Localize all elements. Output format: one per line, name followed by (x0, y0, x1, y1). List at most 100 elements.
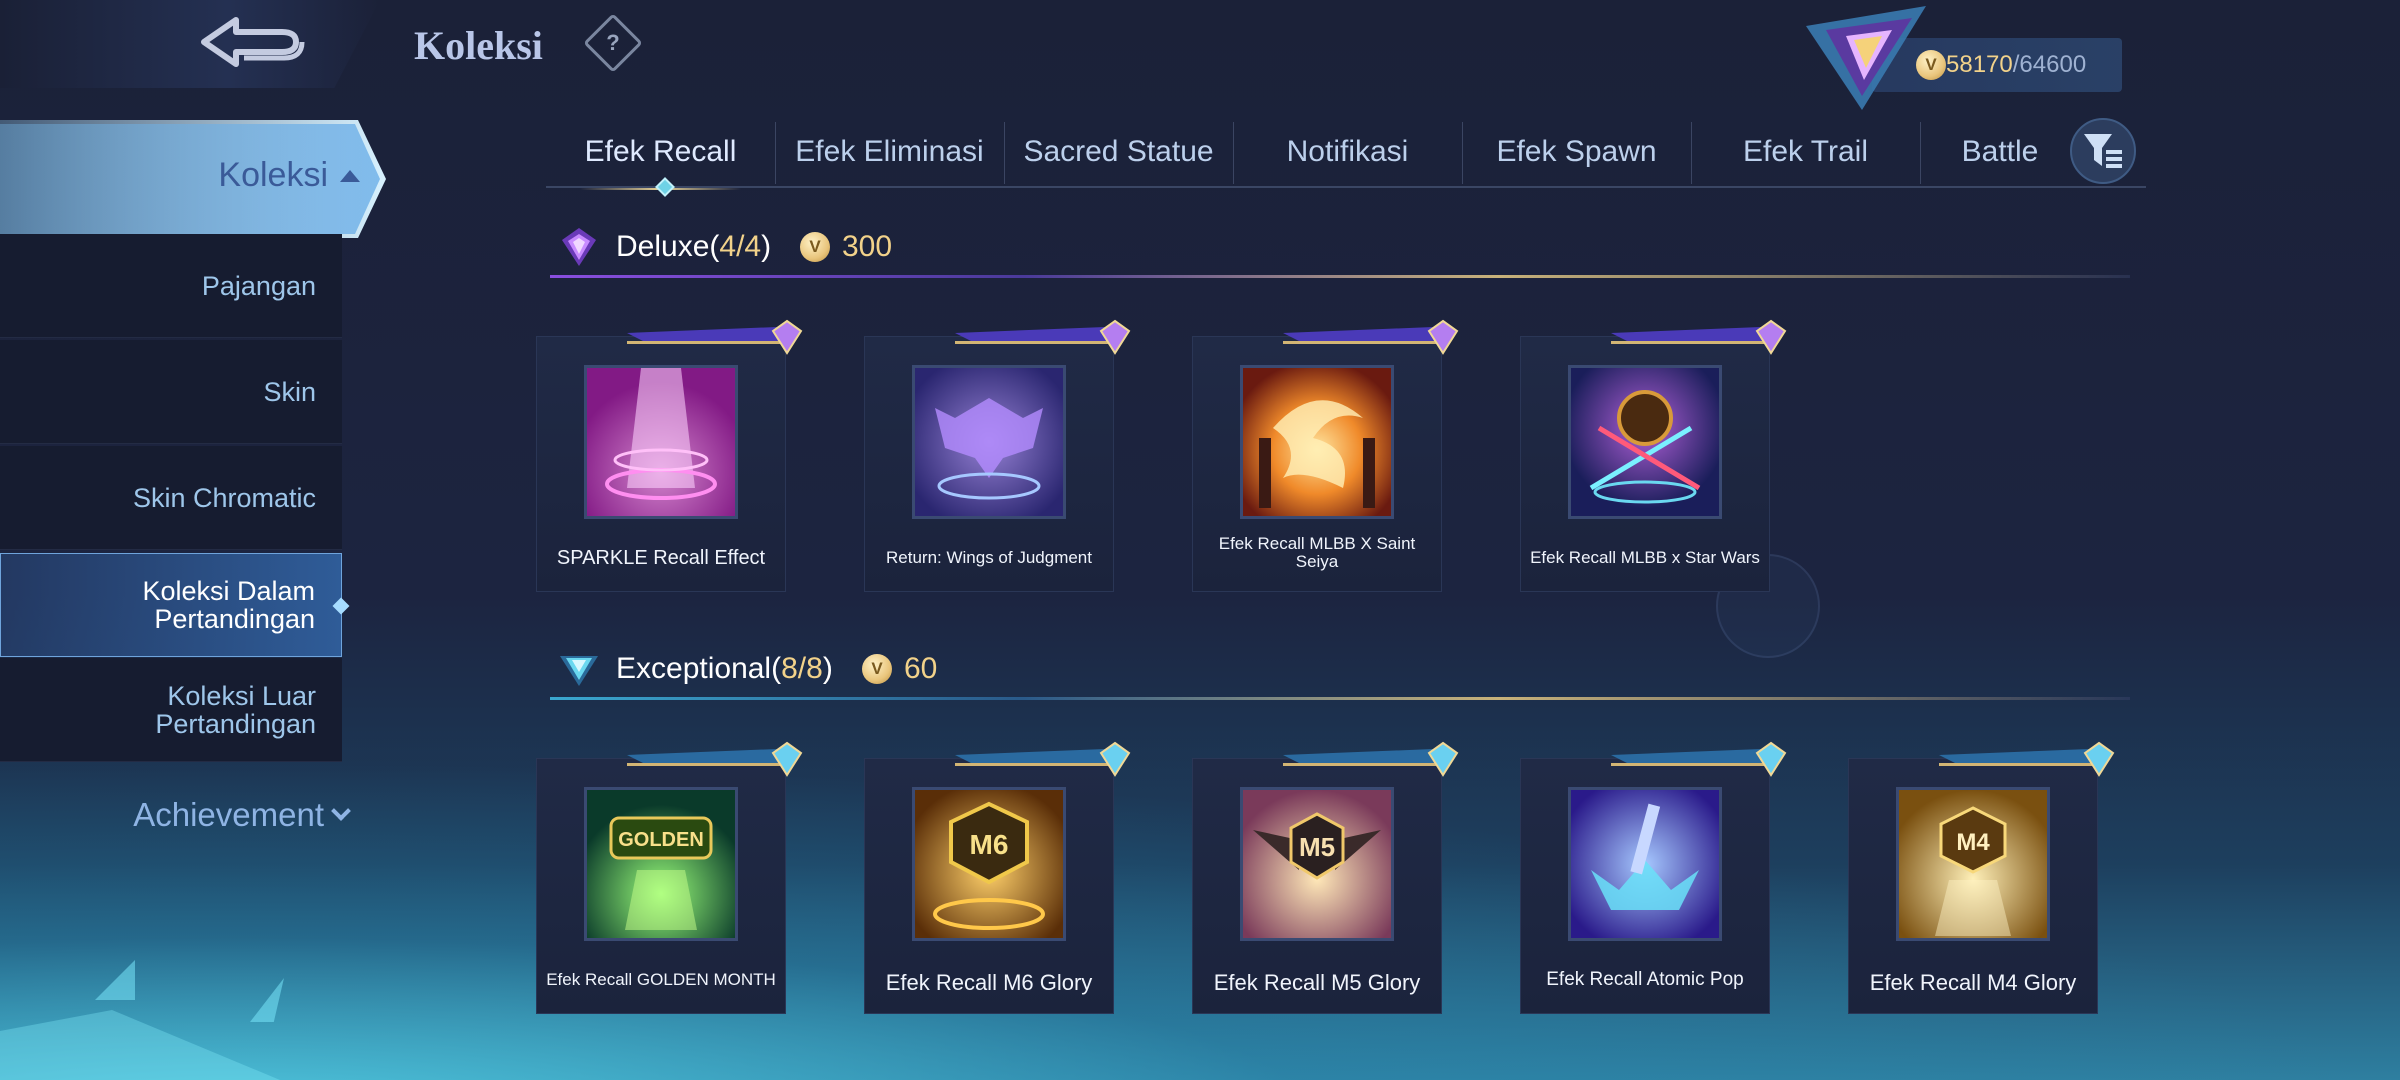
collection-card[interactable]: Efek Recall MLBB X Saint Seiya (1192, 319, 1459, 592)
card-name: SPARKLE Recall Effect (556, 547, 766, 569)
rank-emblem-icon (1806, 6, 1926, 110)
sidebar-item-koleksi-dalam-pertandingan[interactable]: Koleksi Dalam Pertandingan (0, 553, 350, 657)
tab-label: Efek Recall (584, 135, 737, 168)
card-name: Efek Recall Atomic Pop (1546, 969, 1744, 990)
sidebar-section-label: Koleksi (218, 156, 328, 194)
pink-light-beam-image (584, 365, 738, 519)
tab-bar: Efek Recall Efek Eliminasi Sacred Statue… (546, 118, 2146, 190)
decorative-shard (95, 960, 135, 1000)
tab-label: Battle (1961, 135, 2039, 168)
sidebar-item-pajangan[interactable]: Pajangan (0, 234, 342, 338)
svg-text:M6: M6 (970, 829, 1009, 860)
section-owned-count: 8 (781, 652, 798, 685)
achievement-label: Achievement (133, 796, 324, 833)
decorative-shard (250, 978, 284, 1022)
tab-divider (546, 186, 2146, 188)
back-arrow-icon (201, 17, 305, 67)
svg-text:GOLDEN: GOLDEN (618, 829, 704, 851)
decorative-shard (0, 1010, 280, 1080)
card-name: Efek Recall MLBB X Saint Seiya (1218, 534, 1416, 571)
exceptional-ribbon (955, 741, 1131, 777)
sidebar-item-skin[interactable]: Skin (0, 340, 342, 444)
svg-text:M5: M5 (1299, 832, 1335, 862)
exceptional-ribbon (1939, 741, 2115, 777)
tab-efek-spawn[interactable]: Efek Spawn (1462, 118, 1691, 186)
exceptional-ribbon (627, 741, 803, 777)
sidebar-item-label: Skin (263, 376, 316, 407)
battle-point-coin-icon: V (800, 232, 830, 262)
card-name: Efek Recall M5 Glory (1213, 970, 1421, 995)
m5-wings-image: M5 (1240, 787, 1394, 941)
card-name: Efek Recall MLBB x Star Wars (1530, 548, 1760, 567)
m4-gold-image: M4 (1896, 787, 2050, 941)
deluxe-ribbon (1611, 319, 1787, 355)
collection-card[interactable]: M5 Efek Recall M5 Glory (1192, 741, 1459, 1014)
sidebar-item-label: Koleksi Dalam Pertandingan (142, 576, 315, 634)
battle-points-current: 58170 (1946, 51, 2013, 78)
sidebar-item-koleksi-luar-pertandingan[interactable]: Koleksi Luar Pertandingan (0, 658, 342, 762)
sidebar-item-skin-chromatic[interactable]: Skin Chromatic (0, 446, 342, 550)
card-name: Efek Recall GOLDEN MONTH (546, 970, 776, 989)
collection-card[interactable]: Return: Wings of Judgment (864, 319, 1131, 592)
sidebar-item-label: Skin Chromatic (132, 482, 316, 513)
caret-down-icon (331, 801, 351, 821)
section-header-deluxe: Deluxe(4/4) V 300 (550, 218, 2130, 278)
tab-label: Efek Trail (1742, 135, 1869, 168)
collection-card[interactable]: M4 Efek Recall M4 Glory (1848, 741, 2115, 1014)
battle-point-coin-icon: V (862, 654, 892, 684)
section-total-count: 4 (744, 230, 762, 263)
card-name: Efek Recall M4 Glory (1869, 970, 2077, 995)
section-name: Deluxe (616, 230, 710, 263)
filter-button[interactable] (2070, 118, 2136, 184)
section-underline (550, 275, 2130, 278)
battle-points-max: 64600 (2019, 51, 2087, 78)
question-icon[interactable]: ? (583, 13, 643, 73)
tab-battle[interactable]: Battle (1920, 118, 2080, 186)
collection-card[interactable]: M6 Efek Recall M6 Glory (864, 741, 1131, 1014)
golden-month-image: GOLDEN (584, 787, 738, 941)
exceptional-ribbon (1611, 741, 1787, 777)
tab-label: Efek Spawn (1496, 135, 1657, 168)
back-button[interactable] (0, 0, 380, 88)
section-underline (550, 697, 2130, 700)
caret-up-icon (340, 169, 360, 182)
deluxe-ribbon (1283, 319, 1459, 355)
sidebar-achievement[interactable]: Achievement (0, 790, 356, 840)
section-title: Deluxe(4/4) (616, 230, 772, 263)
tab-notifikasi[interactable]: Notifikasi (1233, 118, 1462, 186)
purple-wings-image (912, 365, 1066, 519)
m6-gold-image: M6 (912, 787, 1066, 941)
section-title: Exceptional(8/8) (616, 652, 833, 685)
golden-flame-image (1240, 365, 1394, 519)
filter-list-icon (2084, 134, 2122, 168)
section-owned-count: 4 (719, 230, 737, 263)
active-indicator (332, 597, 350, 615)
deluxe-ribbon (627, 319, 803, 355)
crossed-lightsabers-image (1568, 365, 1722, 519)
blue-crown-image (1568, 787, 1722, 941)
svg-text:M4: M4 (1956, 829, 1990, 856)
sidebar-item-label: Pajangan (201, 270, 316, 301)
collection-card[interactable]: Efek Recall Atomic Pop (1520, 741, 1787, 1014)
sidebar-section-koleksi[interactable]: Koleksi (0, 124, 380, 234)
section-total-count: 8 (806, 652, 823, 685)
exceptional-ribbon (1283, 741, 1459, 777)
tab-label: Sacred Statue (1023, 135, 1214, 168)
tab-label: Efek Eliminasi (795, 135, 984, 168)
tab-sacred-statue[interactable]: Sacred Statue (1004, 118, 1233, 186)
exceptional-gem-icon (560, 656, 598, 686)
tab-efek-recall[interactable]: Efek Recall (546, 118, 775, 190)
collection-card[interactable]: GOLDEN Efek Recall GOLDEN MONTH (536, 741, 803, 1014)
card-name: Return: Wings of Judgment (886, 548, 1092, 567)
deluxe-gem-icon (562, 228, 596, 266)
section-points: 300 (842, 230, 893, 263)
section-points: 60 (904, 652, 938, 685)
collection-card[interactable]: SPARKLE Recall Effect (536, 319, 803, 592)
sidebar-item-label: Koleksi Luar Pertandingan (155, 680, 316, 739)
section-header-exceptional: Exceptional(8/8) V 60 (550, 640, 2130, 700)
section-name: Exceptional (616, 652, 772, 685)
tab-efek-trail[interactable]: Efek Trail (1691, 118, 1920, 186)
tab-efek-eliminasi[interactable]: Efek Eliminasi (775, 118, 1004, 186)
deluxe-ribbon (955, 319, 1131, 355)
collection-card[interactable]: Efek Recall MLBB x Star Wars (1520, 319, 1787, 592)
